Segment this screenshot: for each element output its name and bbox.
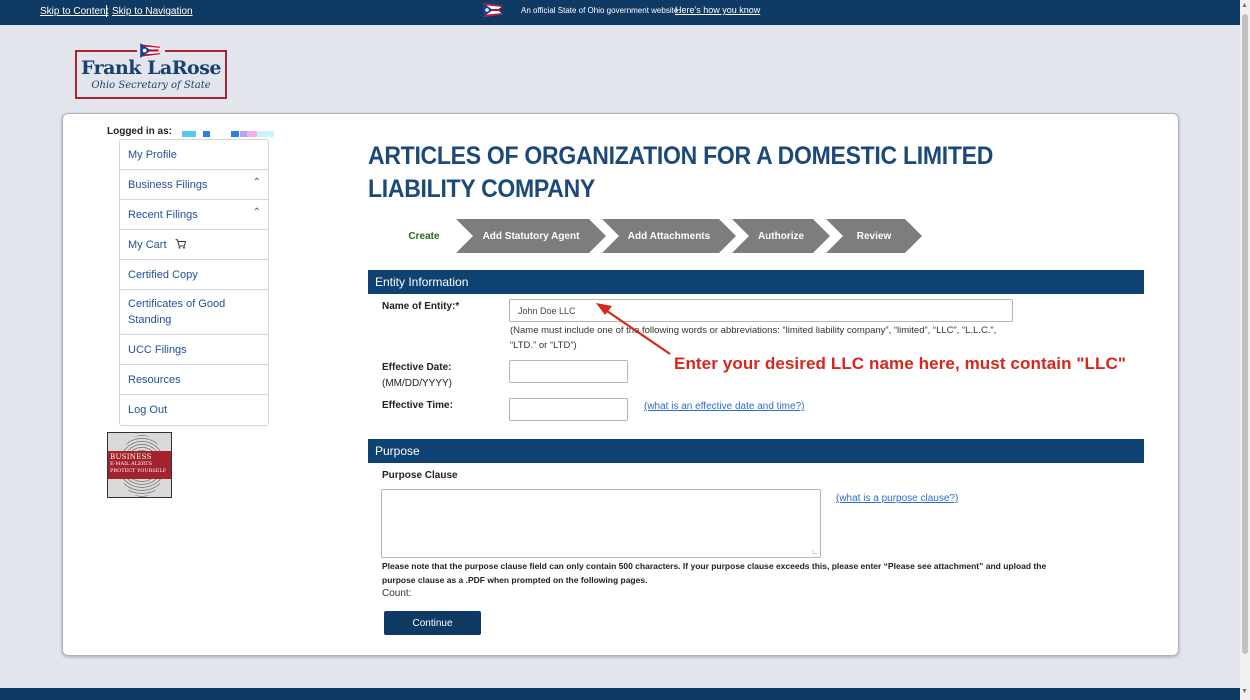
logo-frame-line [75,50,137,52]
sidebar-item-label: Log Out [128,404,168,416]
step-label: Authorize [757,230,805,242]
annotation-arrow [596,303,671,355]
purpose-clause-note: Please note that the purpose clause fiel… [382,561,1047,585]
sidebar-item-ucc-filings[interactable]: UCC Filings [120,335,268,365]
sidebar-item-certificates-good-standing[interactable]: Certificates of Good Standing [120,290,268,335]
sidebar-item-log-out[interactable]: Log Out [120,395,268,425]
effective-time-input[interactable] [509,398,628,421]
skip-to-navigation-link[interactable]: Skip to Navigation [112,6,193,17]
step-label: Add Statutory Agent [482,230,580,242]
purpose-clause-textarea[interactable]: ∟ [381,489,821,558]
alerts-line1: BUSINESS [110,453,152,461]
redacted-username [231,131,239,137]
chevron-updown-icon: ⌃ [252,177,261,188]
scroll-up-icon[interactable]: ▲ [1241,2,1248,9]
official-site-text: An official State of Ohio government web… [521,6,681,15]
redacted-username [257,131,274,137]
redacted-username [182,131,196,137]
step-add-attachments: Add Attachments [602,219,736,253]
sidebar-item-label: Certified Copy [128,269,198,281]
step-authorize: Authorize [732,219,830,253]
purpose-clause-help-link[interactable]: (what is a purpose clause?) [836,493,958,504]
sidebar-item-my-cart[interactable]: My Cart [120,230,268,260]
business-email-alerts-banner[interactable]: BUSINESS E-MAIL ALERTS PROTECT YOURSELF [107,432,172,498]
sidebar-item-label: UCC Filings [128,344,187,356]
effective-date-label: Effective Date: [382,362,452,373]
sidebar-item-certified-copy[interactable]: Certified Copy [120,260,268,290]
llc-name-annotation: Enter your desired LLC name here, must c… [674,354,1127,373]
logo-frame-line [165,50,227,52]
sidebar-item-business-filings[interactable]: Business Filings ⌃ [120,170,268,200]
logo-subtitle: Ohio Secretary of State [91,80,211,91]
sos-logo[interactable]: Frank LaRose Ohio Secretary of State [75,43,227,99]
redacted-username [240,131,247,137]
top-banner: Skip to Content Skip to Navigation An of… [0,0,1240,25]
divider [106,5,107,17]
entity-name-note: (Name must include one of the following … [510,325,997,351]
name-of-entity-label: Name of Entity:* [382,301,460,312]
sidebar-item-label: My Cart [128,239,167,251]
sidebar-item-label: Business Filings [128,179,208,191]
redacted-username [247,131,257,137]
sidebar-item-label: Resources [128,374,181,386]
step-review: Review [826,219,922,253]
sidebar-item-label: Certificates of Good Standing [128,298,226,326]
resize-grip-icon[interactable]: ∟ [811,547,819,556]
effective-time-label: Effective Time: [382,400,453,411]
continue-button[interactable]: Continue [384,611,481,635]
sidebar-nav: My Profile Business Filings ⌃ Recent Fili… [119,139,269,426]
page-title: ARTICLES OF ORGANIZATION FOR A DOMESTIC … [368,142,994,203]
scroll-down-icon[interactable]: ▼ [1241,688,1248,695]
character-count: Count: [382,588,412,599]
purpose-header: Purpose [368,439,1144,463]
step-label: Add Attachments [627,230,711,242]
page-scrollbar[interactable]: ▲ ▼ [1240,0,1250,700]
scrollbar-thumb[interactable] [1242,14,1248,654]
skip-to-content-link[interactable]: Skip to Content [40,6,108,17]
alerts-band: BUSINESS E-MAIL ALERTS PROTECT YOURSELF [108,451,171,479]
date-format-hint: (MM/DD/YYYY) [382,378,452,389]
logo-name: Frank LaRose [81,57,222,79]
step-create: Create [380,219,468,253]
step-label: Review [856,230,892,242]
step-label: Create [408,230,440,242]
sidebar-item-label: My Profile [128,149,177,161]
purpose-clause-label: Purpose Clause [382,470,458,481]
progress-steps: Create Add Statutory Agent Add Attachmen… [380,219,940,253]
cart-icon [175,239,186,249]
step-add-statutory-agent: Add Statutory Agent [456,219,606,253]
chevron-updown-icon: ⌃ [252,207,261,218]
effective-date-input[interactable] [509,360,628,383]
sidebar-item-label: Recent Filings [128,209,198,221]
entity-name-input[interactable] [509,299,1013,322]
logo-flag-icon [140,43,162,58]
redacted-username [203,131,210,137]
sidebar-item-resources[interactable]: Resources [120,365,268,395]
logged-in-label: Logged in as: [107,126,172,137]
how-you-know-link[interactable]: Here's how you know [675,5,760,15]
alerts-line2: E-MAIL ALERTS [110,461,153,467]
effective-date-time-help-link[interactable]: (what is an effective date and time?) [644,401,804,412]
sidebar-item-my-profile[interactable]: My Profile [120,140,268,170]
alerts-line3: PROTECT YOURSELF [110,468,167,474]
footer-bar [0,688,1240,700]
sidebar-item-recent-filings[interactable]: Recent Filings ⌃ [120,200,268,230]
entity-information-header: Entity Information [368,270,1144,294]
ohio-flag-icon [483,3,503,17]
